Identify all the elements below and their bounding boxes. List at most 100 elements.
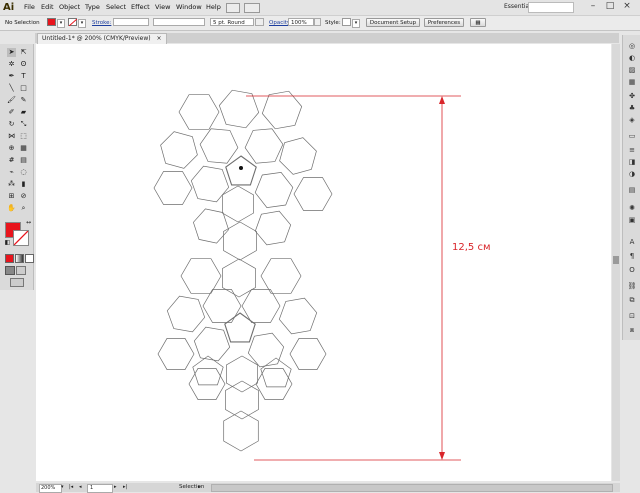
transform-panel-icon[interactable]: ⊡ — [627, 311, 637, 321]
zoom-tool-icon[interactable]: ⌕ — [19, 204, 28, 213]
color-panel-icon[interactable]: ◐ — [627, 53, 637, 63]
menu-select[interactable]: Select — [106, 3, 126, 11]
paintbrush-tool-icon[interactable]: 🖌 — [7, 96, 16, 105]
close-tab-icon[interactable]: × — [157, 35, 162, 42]
fill-dropdown-icon[interactable]: ▾ — [57, 19, 65, 28]
stroke-label[interactable]: Stroke: — [92, 20, 111, 26]
swap-colors-icon[interactable]: ↔ — [24, 218, 33, 227]
bridge-icon[interactable] — [226, 3, 240, 13]
zoom-dropdown-icon[interactable]: ▾ — [61, 484, 66, 491]
pathfinder-icon[interactable]: ⧉ — [627, 295, 637, 305]
next-artboard-icon[interactable]: ▸ — [114, 484, 117, 491]
hand-tool-icon[interactable]: ✋ — [7, 204, 16, 213]
color-guide-icon[interactable]: ▨ — [627, 65, 637, 75]
gradient-panel-icon[interactable]: ◨ — [627, 157, 637, 167]
search-input[interactable] — [528, 2, 574, 13]
shape-builder-tool-icon[interactable]: ⊕ — [7, 144, 16, 153]
navigator-icon[interactable]: ✺ — [627, 203, 637, 213]
brushes-panel-icon[interactable]: ✤ — [627, 91, 637, 101]
blend-tool-icon[interactable]: ◌ — [19, 168, 28, 177]
paragraph-panel-icon[interactable]: ¶ — [627, 251, 637, 261]
arrange-documents-icon[interactable] — [244, 3, 260, 13]
menu-object[interactable]: Object — [59, 3, 80, 11]
minimize-button[interactable]: – — [586, 1, 600, 12]
artboards-panel-icon[interactable]: ▤ — [627, 185, 637, 195]
perspective-grid-tool-icon[interactable]: ▦ — [19, 144, 28, 153]
direct-selection-tool-icon[interactable]: ⇱ — [19, 48, 28, 57]
mesh-tool-icon[interactable]: # — [7, 156, 16, 165]
swatches-panel-icon[interactable]: ▦ — [627, 77, 637, 87]
scrollbar-thumb[interactable] — [613, 256, 619, 264]
magic-wand-tool-icon[interactable]: ✲ — [7, 60, 16, 69]
column-graph-tool-icon[interactable]: ▮ — [19, 180, 28, 189]
eraser-tool-icon[interactable]: ▰ — [19, 108, 28, 117]
stroke-dropdown-icon[interactable]: ▾ — [78, 19, 86, 28]
brush-definition[interactable]: 5 pt. Round — [210, 18, 254, 26]
align-panel-icon[interactable]: ▣ — [627, 215, 637, 225]
menu-window[interactable]: Window — [176, 3, 202, 11]
menu-help[interactable]: Help — [206, 3, 221, 11]
info-panel-icon[interactable]: ⧈ — [627, 325, 637, 335]
stroke-color-box[interactable] — [13, 230, 29, 246]
arrange-icon[interactable]: ▦ — [470, 18, 486, 27]
preferences-button[interactable]: Preferences — [424, 18, 464, 27]
screen-mode-icon[interactable] — [10, 278, 24, 287]
opacity-arrow-icon[interactable] — [314, 18, 321, 26]
free-transform-tool-icon[interactable]: ⬚ — [19, 132, 28, 141]
menu-file[interactable]: File — [24, 3, 35, 11]
default-colors-icon[interactable]: ◧ — [3, 238, 12, 247]
last-artboard-icon[interactable]: ▸| — [123, 484, 127, 491]
document-tab[interactable]: Untitled-1* @ 200% (CMYK/Preview) × — [37, 33, 167, 44]
layers-panel-icon[interactable]: ▭ — [627, 131, 637, 141]
draw-normal-icon[interactable] — [5, 266, 15, 275]
symbols-panel-icon[interactable]: ♣ — [627, 103, 637, 113]
blob-brush-tool-icon[interactable]: ✐ — [7, 108, 16, 117]
menu-type[interactable]: Type — [85, 3, 100, 11]
transparency-panel-icon[interactable]: ◑ — [627, 169, 637, 179]
type-tool-icon[interactable]: T — [19, 72, 28, 81]
menu-view[interactable]: View — [155, 3, 170, 11]
slice-tool-icon[interactable]: ⊘ — [19, 192, 28, 201]
gradient-tool-icon[interactable]: ▤ — [19, 156, 28, 165]
graphic-styles-icon[interactable]: ◈ — [627, 115, 637, 125]
variable-width-profile[interactable] — [153, 18, 205, 26]
brush-dropdown-icon[interactable] — [255, 18, 264, 26]
close-button[interactable]: × — [620, 1, 634, 12]
status-menu-icon[interactable]: ▸ — [198, 484, 201, 491]
stroke-swatch[interactable] — [68, 18, 77, 26]
none-mode-icon[interactable] — [25, 254, 34, 263]
menu-edit[interactable]: Edit — [41, 3, 54, 11]
opacity-input[interactable]: 100% — [288, 18, 314, 26]
graphic-style-swatch[interactable] — [342, 18, 351, 26]
artboard-tool-icon[interactable]: ⊞ — [7, 192, 16, 201]
artboard-canvas[interactable]: 12,5 см — [36, 44, 611, 481]
fill-swatch[interactable] — [47, 18, 56, 26]
document-setup-button[interactable]: Document Setup — [366, 18, 420, 27]
rectangle-tool-icon[interactable]: □ — [19, 84, 28, 93]
stroke-weight-input[interactable] — [113, 18, 149, 26]
maximize-button[interactable]: □ — [603, 1, 617, 12]
horizontal-scrollbar[interactable] — [211, 484, 613, 492]
links-panel-icon[interactable]: ⛓ — [627, 281, 637, 291]
eyedropper-tool-icon[interactable]: ⌁ — [7, 168, 16, 177]
width-tool-icon[interactable]: ⋈ — [7, 132, 16, 141]
line-tool-icon[interactable]: ╲ — [7, 84, 16, 93]
selection-tool-icon[interactable]: ➤ — [7, 48, 16, 57]
gradient-mode-icon[interactable] — [15, 254, 24, 263]
rotate-tool-icon[interactable]: ↻ — [7, 120, 16, 129]
vertical-scrollbar[interactable] — [612, 44, 620, 481]
first-artboard-icon[interactable]: |◂ — [69, 484, 73, 491]
character-panel-icon[interactable]: A — [627, 237, 637, 247]
opentype-panel-icon[interactable]: O — [627, 265, 637, 275]
appearance-panel-icon[interactable]: ◎ — [627, 41, 637, 51]
pen-tool-icon[interactable]: ✒ — [7, 72, 16, 81]
symbol-sprayer-tool-icon[interactable]: ⁂ — [7, 180, 16, 189]
menu-effect[interactable]: Effect — [131, 3, 150, 11]
lasso-tool-icon[interactable]: ʘ — [19, 60, 28, 69]
pencil-tool-icon[interactable]: ✎ — [19, 96, 28, 105]
style-dropdown-icon[interactable]: ▾ — [352, 19, 360, 28]
scale-tool-icon[interactable]: ⤡ — [19, 120, 28, 129]
stroke-panel-icon[interactable]: ≡ — [627, 145, 637, 155]
previous-artboard-icon[interactable]: ◂ — [79, 484, 82, 491]
draw-behind-icon[interactable] — [16, 266, 26, 275]
